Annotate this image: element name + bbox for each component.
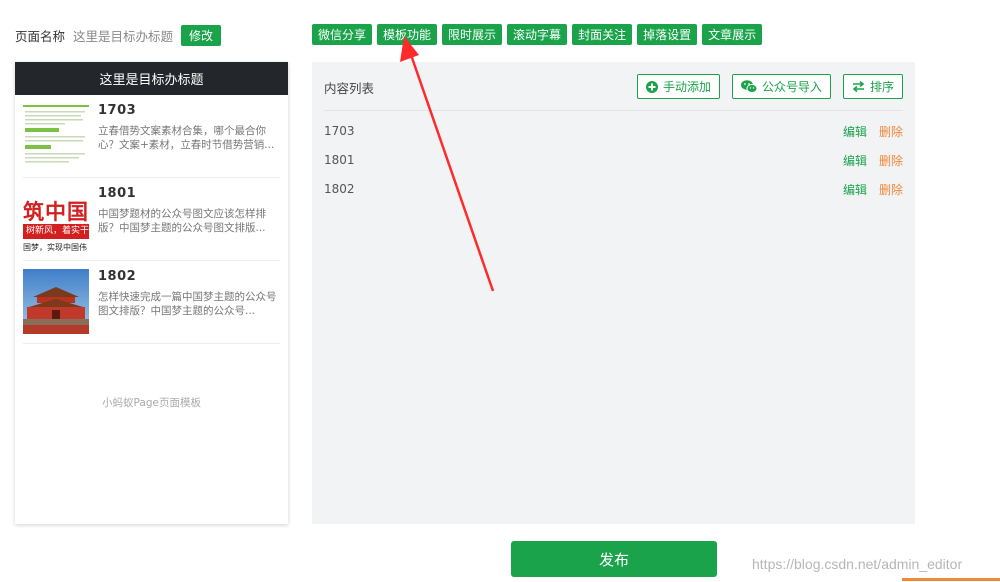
article-description: 立春借势文案素材合集，哪个最合你心？文案+素材，立春时节借势营销... <box>98 125 275 151</box>
phone-preview: 这里是目标办标题 1703 立春借势文案素材合集，哪个最合你心？文案+素材，立春… <box>15 62 288 524</box>
wechat-import-label: 公众号导入 <box>761 80 822 94</box>
panel-divider <box>324 110 903 111</box>
cover-follow-button[interactable]: 封面关注 <box>572 24 633 45</box>
content-item-name: 1703 <box>324 124 355 138</box>
article-title: 1703 <box>98 103 137 118</box>
manual-add-label: 手动添加 <box>662 80 711 94</box>
article-item[interactable]: 1703 立春借势文案素材合集，哪个最合你心？文案+素材，立春时节借势营销... <box>23 95 280 178</box>
wechat-import-button[interactable]: 公众号导入 <box>731 74 831 99</box>
corner-accent-bar <box>902 578 1000 581</box>
sort-button[interactable]: 排序 <box>842 74 903 99</box>
thumbnail-banner-text: 树新风，着实干， <box>23 224 89 239</box>
delete-link[interactable]: 删除 <box>879 152 903 169</box>
wechat-share-button[interactable]: 微信分享 <box>312 24 373 45</box>
delete-link[interactable]: 删除 <box>879 123 903 140</box>
content-item-name: 1802 <box>324 182 355 196</box>
content-list-actions: 手动添加 公众号导入 排序 <box>636 74 903 99</box>
article-display-button[interactable]: 文章展示 <box>702 24 763 45</box>
manual-add-button[interactable]: 手动添加 <box>636 74 720 99</box>
thumbnail-sub-text: 国梦，实现中国伟 <box>23 243 87 251</box>
scrolling-caption-button[interactable]: 滚动字幕 <box>507 24 568 45</box>
swap-arrows-icon <box>852 81 865 92</box>
blog-watermark: https://blog.csdn.net/admin_editor <box>752 556 963 572</box>
template-footer-note: 小蚂蚁Page页面模板 <box>102 397 201 409</box>
thumbnail-main-text: 筑中国 <box>23 200 89 224</box>
limited-time-button[interactable]: 限时展示 <box>442 24 503 45</box>
template-feature-button[interactable]: 模板功能 <box>377 24 438 45</box>
content-item-name: 1801 <box>324 153 355 167</box>
sort-label: 排序 <box>869 80 894 94</box>
article-thumbnail: 筑中国 树新风，着实干， 国梦，实现中国伟 <box>23 186 89 251</box>
drop-settings-button[interactable]: 掉落设置 <box>637 24 698 45</box>
content-list-row: 1801 编辑 删除 <box>324 150 903 170</box>
modify-button[interactable]: 修改 <box>181 24 222 46</box>
article-description: 怎样快速完成一篇中国梦主题的公众号图文排版？中国梦主题的公众号... <box>98 291 277 317</box>
article-item[interactable]: 1802 怎样快速完成一篇中国梦主题的公众号图文排版？中国梦主题的公众号... <box>23 261 280 344</box>
article-item[interactable]: 筑中国 树新风，着实干， 国梦，实现中国伟 1801 中国梦题材的公众号图文应该… <box>23 178 280 261</box>
article-title: 1801 <box>98 186 137 201</box>
content-list-title: 内容列表 <box>324 81 375 96</box>
page-name-value: 这里是目标办标题 <box>73 28 174 44</box>
edit-link[interactable]: 编辑 <box>843 123 867 140</box>
content-list-row: 1703 编辑 删除 <box>324 121 903 141</box>
content-list-panel: 内容列表 手动添加 公众号导入 排序 1703 编辑 删除 1801 编辑 删除… <box>312 62 915 524</box>
edit-link[interactable]: 编辑 <box>843 152 867 169</box>
page-name-row: 页面名称 这里是目标办标题 修改 <box>15 24 222 46</box>
article-description: 中国梦题材的公众号图文应该怎样排版？中国梦主题的公众号图文排版... <box>98 208 266 234</box>
wechat-icon <box>740 80 757 93</box>
plus-circle-icon <box>645 80 658 93</box>
page-name-label: 页面名称 <box>15 28 66 44</box>
phone-header-title: 这里是目标办标题 <box>15 62 288 95</box>
delete-link[interactable]: 删除 <box>879 181 903 198</box>
publish-button[interactable]: 发布 <box>511 541 717 577</box>
content-list-row: 1802 编辑 删除 <box>324 179 903 199</box>
article-thumbnail <box>23 103 89 168</box>
edit-link[interactable]: 编辑 <box>843 181 867 198</box>
feature-toolbar: 微信分享 模板功能 限时展示 滚动字幕 封面关注 掉落设置 文章展示 <box>312 24 763 45</box>
article-title: 1802 <box>98 269 137 284</box>
article-thumbnail <box>23 269 89 334</box>
